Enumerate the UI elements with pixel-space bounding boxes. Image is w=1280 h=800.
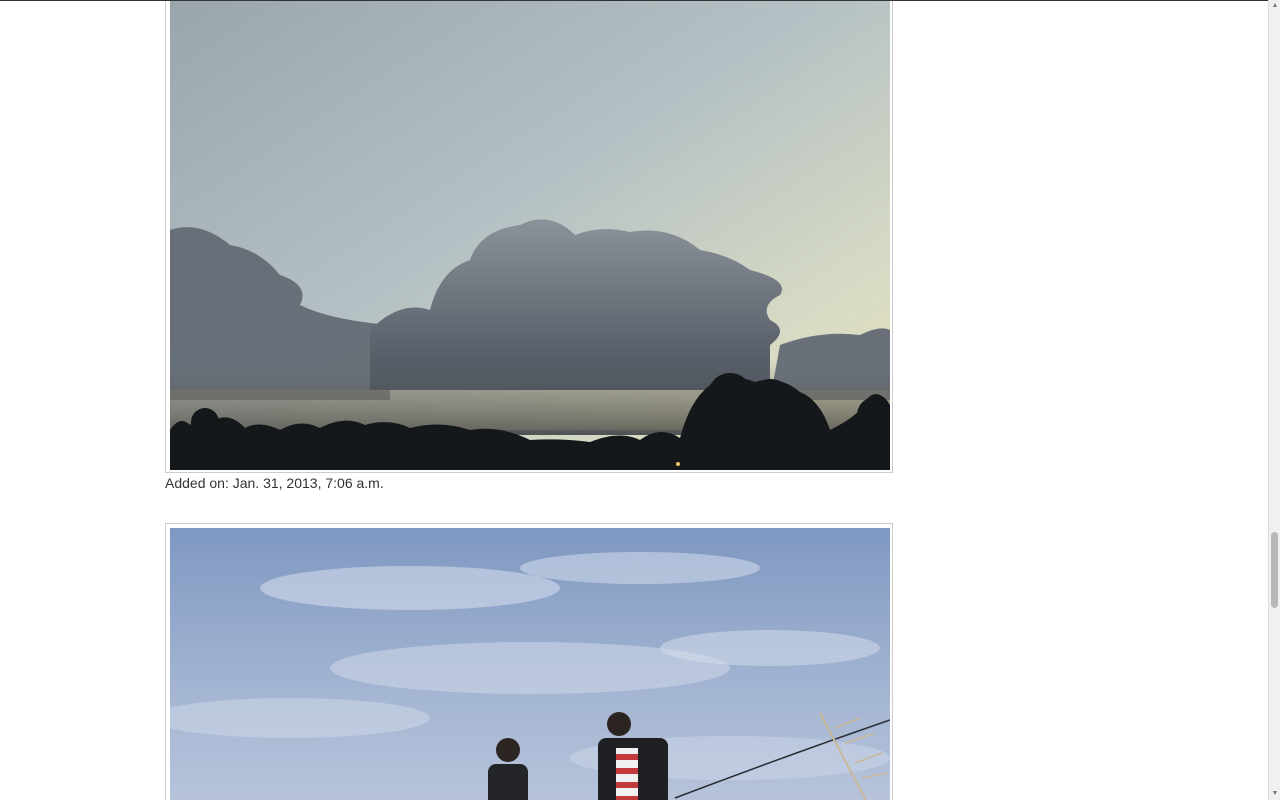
photo-frame[interactable] (165, 523, 893, 800)
photo-frame[interactable] (165, 0, 893, 473)
vertical-scrollbar[interactable]: ▲ ▼ (1268, 0, 1280, 800)
photo-added-date: Added on: Jan. 31, 2013, 7:06 a.m. (165, 475, 384, 491)
scroll-down-arrow-icon[interactable]: ▼ (1270, 789, 1280, 799)
photo-image[interactable] (170, 528, 890, 800)
scroll-up-arrow-icon[interactable]: ▲ (1270, 1, 1280, 11)
photo-image[interactable] (170, 0, 890, 470)
scrollbar-thumb[interactable] (1271, 532, 1278, 608)
page-viewport: Added on: Jan. 31, 2013, 7:06 a.m. (0, 0, 1268, 800)
